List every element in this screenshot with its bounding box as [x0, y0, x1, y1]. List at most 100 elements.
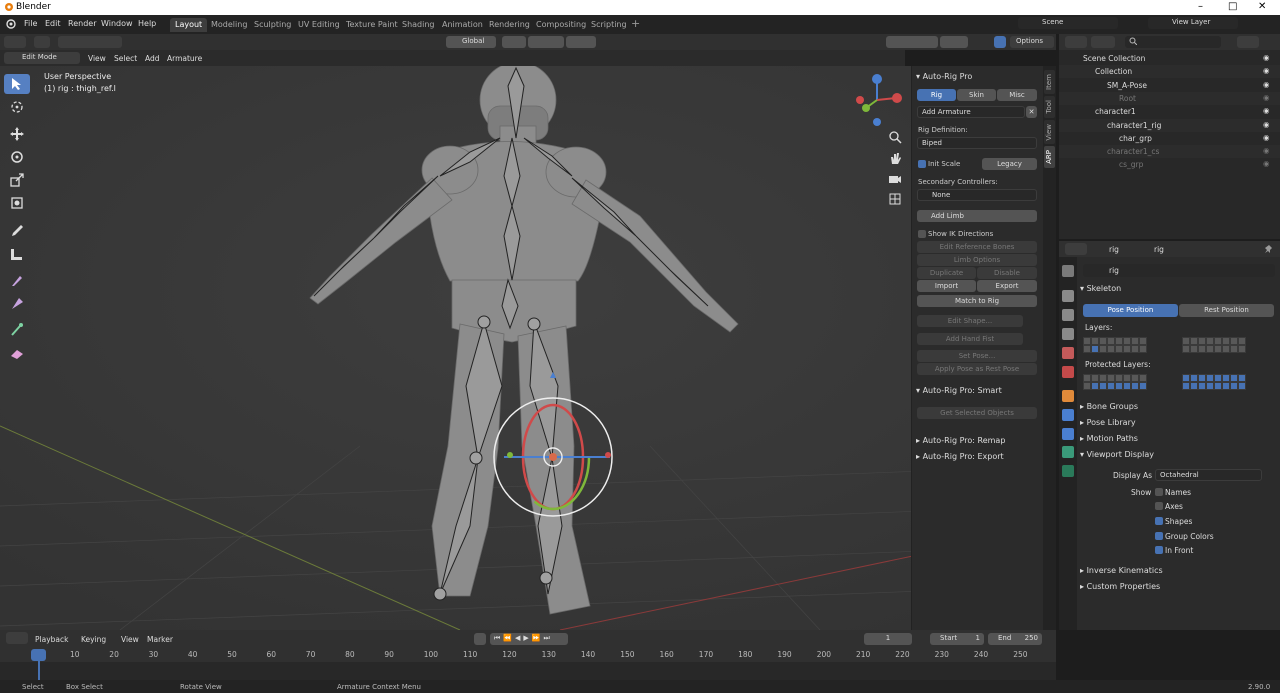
- layer-toggle[interactable]: [1099, 337, 1107, 345]
- layer-toggle[interactable]: [1115, 345, 1123, 353]
- roll-tool[interactable]: [4, 343, 30, 363]
- move-tool[interactable]: [4, 124, 30, 144]
- layer-toggle[interactable]: [1123, 382, 1131, 390]
- tab-item[interactable]: Item: [1044, 70, 1055, 94]
- layer-toggle[interactable]: [1198, 374, 1206, 382]
- start-frame-field[interactable]: Start 1: [930, 633, 984, 645]
- arp-misc-tab[interactable]: Misc: [997, 89, 1037, 101]
- match-to-rig-button[interactable]: Match to Rig: [917, 295, 1037, 307]
- remove-armature-button[interactable]: ✕: [1026, 106, 1037, 118]
- constraint-properties-tab[interactable]: [1062, 428, 1074, 440]
- layer-toggle[interactable]: [1083, 337, 1091, 345]
- menu-view[interactable]: View: [88, 54, 106, 63]
- tab-arp[interactable]: ARP: [1044, 146, 1055, 168]
- menu-select[interactable]: Select: [114, 54, 137, 63]
- scale-tool[interactable]: [4, 170, 30, 190]
- menu-edit[interactable]: Edit: [45, 19, 61, 28]
- menu-timeline-view[interactable]: View: [121, 635, 139, 644]
- get-selected-objects-button[interactable]: Get Selected Objects: [917, 407, 1037, 419]
- options-dropdown[interactable]: Options: [1012, 36, 1054, 48]
- layer-toggle[interactable]: [1206, 337, 1214, 345]
- layer-toggle[interactable]: [1182, 382, 1190, 390]
- transform-orientation-dropdown[interactable]: Global: [446, 36, 496, 48]
- group-colors-checkbox[interactable]: [1155, 532, 1163, 540]
- tab-view[interactable]: View: [1044, 120, 1055, 144]
- eye-icon[interactable]: ◉: [1263, 66, 1270, 75]
- properties-editor-type[interactable]: [1065, 243, 1087, 255]
- eye-icon[interactable]: ◉: [1263, 106, 1270, 115]
- world-properties-tab[interactable]: [1062, 366, 1074, 378]
- blender-menu-icon[interactable]: [5, 18, 17, 30]
- add-armature-dropdown[interactable]: Add Armature: [917, 106, 1025, 118]
- outliner-row[interactable]: Scene Collection ◉: [1059, 52, 1280, 65]
- layer-toggle[interactable]: [1131, 374, 1139, 382]
- eye-icon[interactable]: ◉: [1263, 133, 1270, 142]
- layer-toggle[interactable]: [1214, 345, 1222, 353]
- layer-toggle[interactable]: [1222, 382, 1230, 390]
- eye-icon[interactable]: ◉: [1263, 53, 1270, 62]
- scene-properties-tab[interactable]: [1062, 347, 1074, 359]
- layer-toggle[interactable]: [1099, 382, 1107, 390]
- mode-selector[interactable]: Edit Mode: [4, 52, 80, 64]
- arp-smart-header[interactable]: ▾ Auto-Rig Pro: Smart: [916, 386, 1002, 395]
- layer-toggle[interactable]: [1091, 345, 1099, 353]
- measure-tool[interactable]: [4, 244, 30, 264]
- layer-toggle[interactable]: [1091, 382, 1099, 390]
- layer-toggle[interactable]: [1083, 345, 1091, 353]
- viewport-display-header[interactable]: ▾ Viewport Display: [1080, 450, 1278, 465]
- playback-controls[interactable]: ⏮⏪◀▶⏩⏭: [490, 633, 568, 645]
- navigation-gizmo[interactable]: [852, 70, 902, 128]
- layer-toggle[interactable]: [1198, 345, 1206, 353]
- editor-type-button[interactable]: [4, 36, 26, 48]
- axes-checkbox[interactable]: [1155, 502, 1163, 510]
- protected-layers-grid-b[interactable]: [1182, 374, 1246, 390]
- timeline-ruler[interactable]: 1102030405060708090100110120130140150160…: [0, 648, 1056, 662]
- layer-toggle[interactable]: [1222, 345, 1230, 353]
- layer-toggle[interactable]: [1123, 337, 1131, 345]
- layer-toggle[interactable]: [1139, 345, 1147, 353]
- timeline-area[interactable]: 1102030405060708090100110120130140150160…: [0, 648, 1056, 680]
- rest-position-button[interactable]: Rest Position: [1179, 304, 1274, 317]
- arp-panel-header[interactable]: ▾ Auto-Rig Pro: [916, 72, 972, 81]
- layer-toggle[interactable]: [1222, 337, 1230, 345]
- 3d-viewport[interactable]: User Perspective (1) rig : thigh_ref.l: [0, 66, 1056, 630]
- output-properties-tab[interactable]: [1062, 309, 1074, 321]
- layer-toggle[interactable]: [1107, 382, 1115, 390]
- proportional-edit-toggle[interactable]: [566, 36, 596, 48]
- layer-toggle[interactable]: [1131, 345, 1139, 353]
- layer-toggle[interactable]: [1214, 374, 1222, 382]
- outliner-row[interactable]: Root ◉: [1059, 91, 1280, 105]
- outliner-display-mode[interactable]: [1091, 36, 1115, 48]
- layer-toggle[interactable]: [1139, 382, 1147, 390]
- tab-tool[interactable]: Tool: [1044, 96, 1055, 118]
- layer-toggle[interactable]: [1099, 374, 1107, 382]
- layer-toggle[interactable]: [1115, 374, 1123, 382]
- layer-toggle[interactable]: [1131, 337, 1139, 345]
- tab-scripting[interactable]: Scripting: [586, 18, 632, 32]
- overlay-toggle[interactable]: [940, 36, 968, 48]
- layer-toggle[interactable]: [1131, 382, 1139, 390]
- annotate-tool[interactable]: [4, 221, 30, 241]
- protected-layers-grid[interactable]: [1083, 374, 1147, 390]
- object-properties-tab[interactable]: [1062, 390, 1074, 402]
- arp-remap-header[interactable]: ▸ Auto-Rig Pro: Remap: [916, 436, 1005, 445]
- view-layer-selector[interactable]: View Layer: [1148, 17, 1238, 29]
- set-pose-button[interactable]: Set Pose...: [917, 350, 1037, 362]
- select-box-tool[interactable]: [4, 74, 30, 94]
- selection-mode-buttons[interactable]: [58, 36, 122, 48]
- secondary-controllers-dropdown[interactable]: None: [917, 189, 1037, 201]
- outliner-row[interactable]: character1 ◉: [1059, 105, 1280, 118]
- close-button[interactable]: ✕: [1258, 1, 1266, 12]
- menu-file[interactable]: File: [24, 19, 37, 28]
- skeleton-panel-header[interactable]: ▾ Skeleton: [1080, 284, 1278, 299]
- tab-animation[interactable]: Animation: [437, 18, 488, 32]
- pose-position-button[interactable]: Pose Position: [1083, 304, 1178, 317]
- layer-toggle[interactable]: [1083, 374, 1091, 382]
- menu-help[interactable]: Help: [138, 19, 156, 28]
- eye-icon[interactable]: ◉: [1263, 93, 1270, 102]
- add-hand-fist-button[interactable]: Add Hand Fist: [917, 333, 1023, 345]
- outliner-editor-type[interactable]: [1065, 36, 1087, 48]
- armature-name-field[interactable]: rig: [1083, 264, 1275, 277]
- outliner-search-input[interactable]: [1125, 36, 1221, 48]
- tab-sculpting[interactable]: Sculpting: [249, 18, 296, 32]
